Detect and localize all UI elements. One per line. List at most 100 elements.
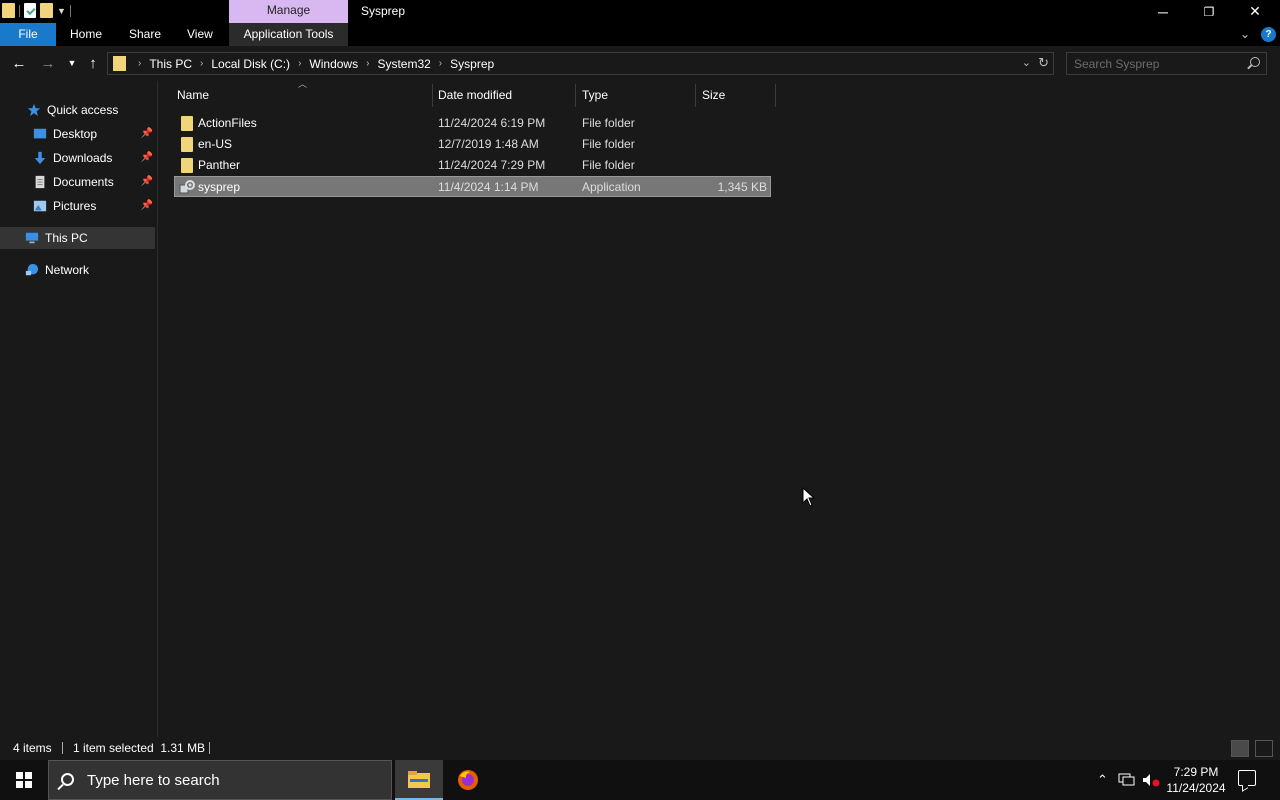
new-folder-icon[interactable] bbox=[40, 3, 53, 18]
help-icon[interactable]: ? bbox=[1261, 27, 1276, 42]
file-date: 12/7/2019 1:48 AM bbox=[438, 137, 539, 151]
firefox-taskbar-button[interactable] bbox=[444, 760, 492, 800]
nav-item-network[interactable]: Network bbox=[0, 259, 155, 281]
nav-item-downloads[interactable]: Downloads 📌 bbox=[0, 147, 155, 169]
column-header-type[interactable]: Type bbox=[576, 84, 696, 107]
expand-ribbon-chevron-icon[interactable]: ⌄ bbox=[1240, 27, 1250, 41]
mouse-cursor-icon bbox=[802, 487, 816, 507]
nav-quick-access-label: Quick access bbox=[47, 103, 119, 117]
network-icon bbox=[25, 263, 39, 276]
nav-item-documents[interactable]: Documents 📌 bbox=[0, 171, 155, 193]
notifications-icon[interactable] bbox=[1238, 770, 1256, 786]
folder-icon bbox=[181, 137, 193, 152]
back-arrow-icon[interactable]: ← bbox=[10, 54, 28, 72]
ribbon-tabs: File Home Share View Application Tools ⌄… bbox=[0, 23, 1280, 46]
details-view-icon[interactable] bbox=[1231, 740, 1249, 757]
chevron-right-icon[interactable]: › bbox=[298, 58, 301, 69]
separator bbox=[69, 4, 71, 17]
pin-icon[interactable]: 📌 bbox=[141, 200, 153, 211]
file-size: 1,345 KB bbox=[717, 180, 767, 194]
status-bar: 4 items 1 item selected 1.31 MB bbox=[0, 737, 1280, 760]
nav-item-pictures[interactable]: Pictures 📌 bbox=[0, 195, 155, 217]
file-name: en-US bbox=[198, 137, 233, 151]
window-title: Sysprep bbox=[361, 4, 406, 18]
taskbar-clock[interactable]: 7:29 PM 11/24/2024 bbox=[1163, 764, 1229, 796]
selection-info: 1 item selected 1.31 MB bbox=[73, 741, 206, 755]
star-icon bbox=[27, 103, 41, 117]
up-arrow-icon[interactable]: ↑ bbox=[84, 54, 102, 72]
chevron-right-icon[interactable]: › bbox=[439, 58, 442, 69]
documents-icon bbox=[35, 175, 45, 189]
file-row-actionfiles[interactable]: ActionFiles 11/24/2024 6:19 PM File fold… bbox=[174, 113, 771, 134]
address-bar[interactable]: › This PC › Local Disk (C:) › Windows › … bbox=[107, 52, 1054, 75]
start-button[interactable] bbox=[0, 760, 48, 800]
manage-context-tab[interactable]: Manage bbox=[229, 0, 348, 23]
breadcrumb-local-disk[interactable]: Local Disk (C:) bbox=[211, 57, 290, 71]
pin-icon[interactable]: 📌 bbox=[141, 176, 153, 187]
file-row-sysprep[interactable]: sysprep 11/4/2024 1:14 PM Application 1,… bbox=[174, 176, 771, 197]
downloads-icon bbox=[34, 151, 46, 165]
file-name: sysprep bbox=[198, 180, 241, 194]
taskbar-search[interactable] bbox=[48, 760, 392, 800]
item-count: 4 items bbox=[13, 741, 52, 755]
chevron-right-icon[interactable]: › bbox=[366, 58, 369, 69]
firefox-icon bbox=[458, 770, 478, 790]
breadcrumb: › This PC › Local Disk (C:) › Windows › … bbox=[130, 53, 494, 74]
nav-item-this-pc[interactable]: This PC bbox=[0, 227, 155, 249]
recent-locations-chevron-icon[interactable]: ▼ bbox=[63, 54, 81, 72]
pin-icon[interactable]: 📌 bbox=[141, 128, 153, 139]
chevron-right-icon[interactable]: › bbox=[200, 58, 203, 69]
close-button[interactable]: ✕ bbox=[1232, 0, 1278, 23]
computer-icon bbox=[25, 232, 39, 244]
clock-time: 7:29 PM bbox=[1173, 765, 1219, 779]
nav-item-label: This PC bbox=[45, 231, 88, 245]
file-date: 11/24/2024 7:29 PM bbox=[438, 158, 546, 172]
network-disconnected-icon[interactable] bbox=[1118, 773, 1136, 787]
forward-arrow-icon[interactable]: → bbox=[39, 54, 57, 72]
chevron-right-icon[interactable]: › bbox=[138, 58, 141, 69]
breadcrumb-sysprep[interactable]: Sysprep bbox=[450, 57, 494, 71]
address-row: ← → ▼ ↑ › This PC › Local Disk (C:) › Wi… bbox=[0, 46, 1280, 81]
customize-toolbar-chevron-icon[interactable]: ▼ bbox=[57, 6, 66, 16]
tab-view[interactable]: View bbox=[187, 23, 213, 46]
breadcrumb-this-pc[interactable]: This PC bbox=[149, 57, 192, 71]
clock-date: 11/24/2024 bbox=[1166, 781, 1226, 795]
nav-item-label: Downloads bbox=[53, 151, 113, 165]
breadcrumb-windows[interactable]: Windows bbox=[309, 57, 358, 71]
desktop-icon bbox=[33, 128, 47, 139]
search-icon[interactable] bbox=[1250, 57, 1260, 67]
nav-item-label: Pictures bbox=[53, 199, 97, 213]
tab-application-tools[interactable]: Application Tools bbox=[229, 23, 348, 46]
tab-file[interactable]: File bbox=[0, 23, 56, 46]
volume-muted-icon[interactable] bbox=[1142, 773, 1160, 787]
file-row-panther[interactable]: Panther 11/24/2024 7:29 PM File folder bbox=[174, 155, 771, 176]
show-hidden-icons-chevron-icon[interactable]: ⌃ bbox=[1097, 772, 1108, 788]
file-explorer-taskbar-button[interactable] bbox=[395, 760, 443, 800]
search-box[interactable] bbox=[1066, 52, 1267, 75]
large-icons-view-icon[interactable] bbox=[1255, 740, 1273, 757]
minimize-button[interactable]: ─ bbox=[1140, 0, 1186, 23]
column-header-date-modified[interactable]: Date modified bbox=[432, 84, 576, 107]
restore-button[interactable]: ❐ bbox=[1186, 0, 1232, 23]
nav-item-label: Desktop bbox=[53, 127, 98, 141]
taskbar-search-input[interactable] bbox=[87, 761, 387, 799]
nav-item-desktop[interactable]: Desktop 📌 bbox=[0, 123, 155, 145]
tab-share[interactable]: Share bbox=[129, 23, 161, 46]
nav-quick-access[interactable]: Quick access bbox=[0, 99, 155, 121]
address-history-chevron-icon[interactable]: ⌄ bbox=[1022, 56, 1031, 69]
column-header-name[interactable]: Name bbox=[171, 84, 433, 107]
nav-item-label: Network bbox=[45, 263, 90, 277]
properties-icon[interactable] bbox=[24, 3, 36, 18]
tab-home[interactable]: Home bbox=[70, 23, 102, 46]
file-type: File folder bbox=[582, 137, 635, 151]
separator bbox=[62, 742, 63, 754]
pin-icon[interactable]: 📌 bbox=[141, 152, 153, 163]
search-input[interactable] bbox=[1067, 53, 1242, 74]
file-type: File folder bbox=[582, 158, 635, 172]
column-header-size[interactable]: Size bbox=[696, 84, 776, 107]
separator bbox=[209, 742, 210, 754]
breadcrumb-system32[interactable]: System32 bbox=[377, 57, 430, 71]
file-row-en-us[interactable]: en-US 12/7/2019 1:48 AM File folder bbox=[174, 134, 771, 155]
file-date: 11/4/2024 1:14 PM bbox=[438, 180, 539, 194]
refresh-icon[interactable]: ↻ bbox=[1038, 55, 1049, 71]
